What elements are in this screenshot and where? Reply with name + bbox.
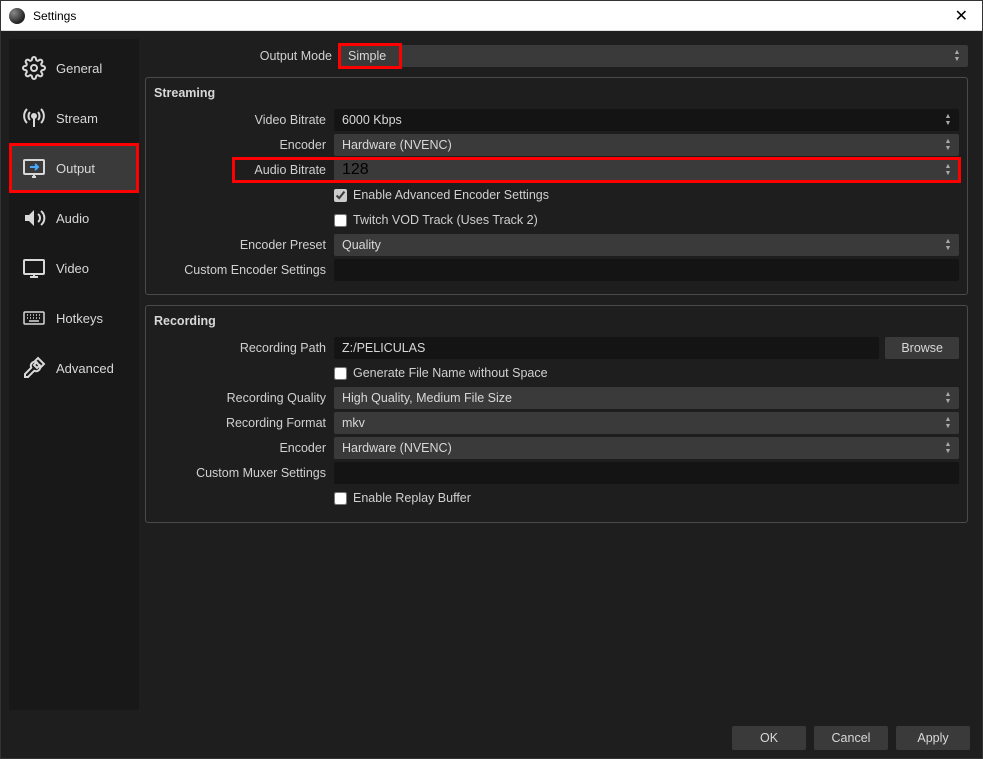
twitch-vod-checkbox[interactable]: Twitch VOD Track (Uses Track 2) [334, 213, 538, 227]
streaming-encoder-label: Encoder [154, 138, 334, 152]
speaker-icon [22, 206, 46, 230]
window-title: Settings [33, 9, 949, 23]
sidebar-item-output[interactable]: Output [9, 143, 139, 193]
streaming-encoder-dropdown[interactable]: Hardware (NVENC) ▲▼ [334, 134, 959, 156]
replay-buffer-checkbox[interactable]: Enable Replay Buffer [334, 491, 471, 505]
sidebar-item-label: Hotkeys [56, 311, 103, 326]
output-mode-value: Simple [348, 49, 386, 63]
monitor-icon [22, 256, 46, 280]
tools-icon [22, 356, 46, 380]
encoder-preset-dropdown[interactable]: Quality ▲▼ [334, 234, 959, 256]
titlebar: Settings ✕ [1, 1, 982, 31]
app-logo-icon [9, 8, 25, 24]
gear-icon [22, 56, 46, 80]
output-mode-label: Output Mode [145, 49, 340, 63]
chevron-updown-icon: ▲▼ [941, 387, 955, 409]
sidebar-item-label: Video [56, 261, 89, 276]
apply-button[interactable]: Apply [896, 726, 970, 750]
ok-button[interactable]: OK [732, 726, 806, 750]
dialog-footer: OK Cancel Apply [1, 718, 982, 758]
generate-filename-checkbox[interactable]: Generate File Name without Space [334, 366, 548, 380]
recording-encoder-label: Encoder [154, 441, 334, 455]
recording-quality-dropdown[interactable]: High Quality, Medium File Size ▲▼ [334, 387, 959, 409]
window-body: General Stream Output [1, 31, 982, 758]
sidebar-item-label: General [56, 61, 102, 76]
streaming-legend: Streaming [154, 84, 959, 106]
enable-advanced-checkbox[interactable]: Enable Advanced Encoder Settings [334, 188, 549, 202]
output-mode-row: Output Mode Simple ▲▼ [145, 39, 968, 77]
sidebar-item-label: Audio [56, 211, 89, 226]
recording-encoder-dropdown[interactable]: Hardware (NVENC) ▲▼ [334, 437, 959, 459]
recording-format-dropdown[interactable]: mkv ▲▼ [334, 412, 959, 434]
recording-path-label: Recording Path [154, 341, 334, 355]
sidebar-item-label: Advanced [56, 361, 114, 376]
recording-quality-label: Recording Quality [154, 391, 334, 405]
recording-path-input[interactable] [334, 337, 879, 359]
spinner-icon[interactable]: ▲▼ [941, 109, 955, 131]
keyboard-icon [22, 306, 46, 330]
sidebar-item-label: Output [56, 161, 95, 176]
encoder-preset-label: Encoder Preset [154, 238, 334, 252]
custom-muxer-input[interactable] [334, 462, 959, 484]
close-icon[interactable]: ✕ [949, 6, 974, 26]
audio-bitrate-value: 128 [342, 161, 369, 179]
sidebar-item-general[interactable]: General [9, 43, 139, 93]
chevron-updown-icon: ▲▼ [941, 412, 955, 434]
browse-button[interactable]: Browse [885, 337, 959, 359]
chevron-updown-icon: ▲▼ [941, 134, 955, 156]
streaming-group: Streaming Video Bitrate 6000 Kbps ▲▼ Enc… [145, 77, 968, 295]
antenna-icon [22, 106, 46, 130]
cancel-button[interactable]: Cancel [814, 726, 888, 750]
sidebar-item-video[interactable]: Video [9, 243, 139, 293]
video-bitrate-label: Video Bitrate [154, 113, 334, 127]
recording-format-label: Recording Format [154, 416, 334, 430]
custom-muxer-label: Custom Muxer Settings [154, 466, 334, 480]
custom-encoder-input[interactable] [334, 259, 959, 281]
recording-group: Recording Recording Path Browse Generate… [145, 305, 968, 523]
content-pane: Output Mode Simple ▲▼ Streaming Video Bi… [145, 39, 974, 710]
recording-legend: Recording [154, 312, 959, 334]
sidebar: General Stream Output [9, 39, 139, 710]
chevron-updown-icon: ▲▼ [941, 234, 955, 256]
sidebar-item-stream[interactable]: Stream [9, 93, 139, 143]
custom-encoder-label: Custom Encoder Settings [154, 263, 334, 277]
sidebar-item-label: Stream [56, 111, 98, 126]
sidebar-item-advanced[interactable]: Advanced [9, 343, 139, 393]
settings-window: Settings ✕ General Stream [0, 0, 983, 759]
audio-bitrate-label: Audio Bitrate [234, 163, 334, 177]
sidebar-item-audio[interactable]: Audio [9, 193, 139, 243]
chevron-updown-icon: ▲▼ [941, 437, 955, 459]
output-icon [22, 156, 46, 180]
video-bitrate-input[interactable]: 6000 Kbps ▲▼ [334, 109, 959, 131]
sidebar-item-hotkeys[interactable]: Hotkeys [9, 293, 139, 343]
chevron-updown-icon: ▲▼ [950, 45, 964, 67]
output-mode-dropdown[interactable]: Simple ▲▼ [340, 45, 968, 67]
